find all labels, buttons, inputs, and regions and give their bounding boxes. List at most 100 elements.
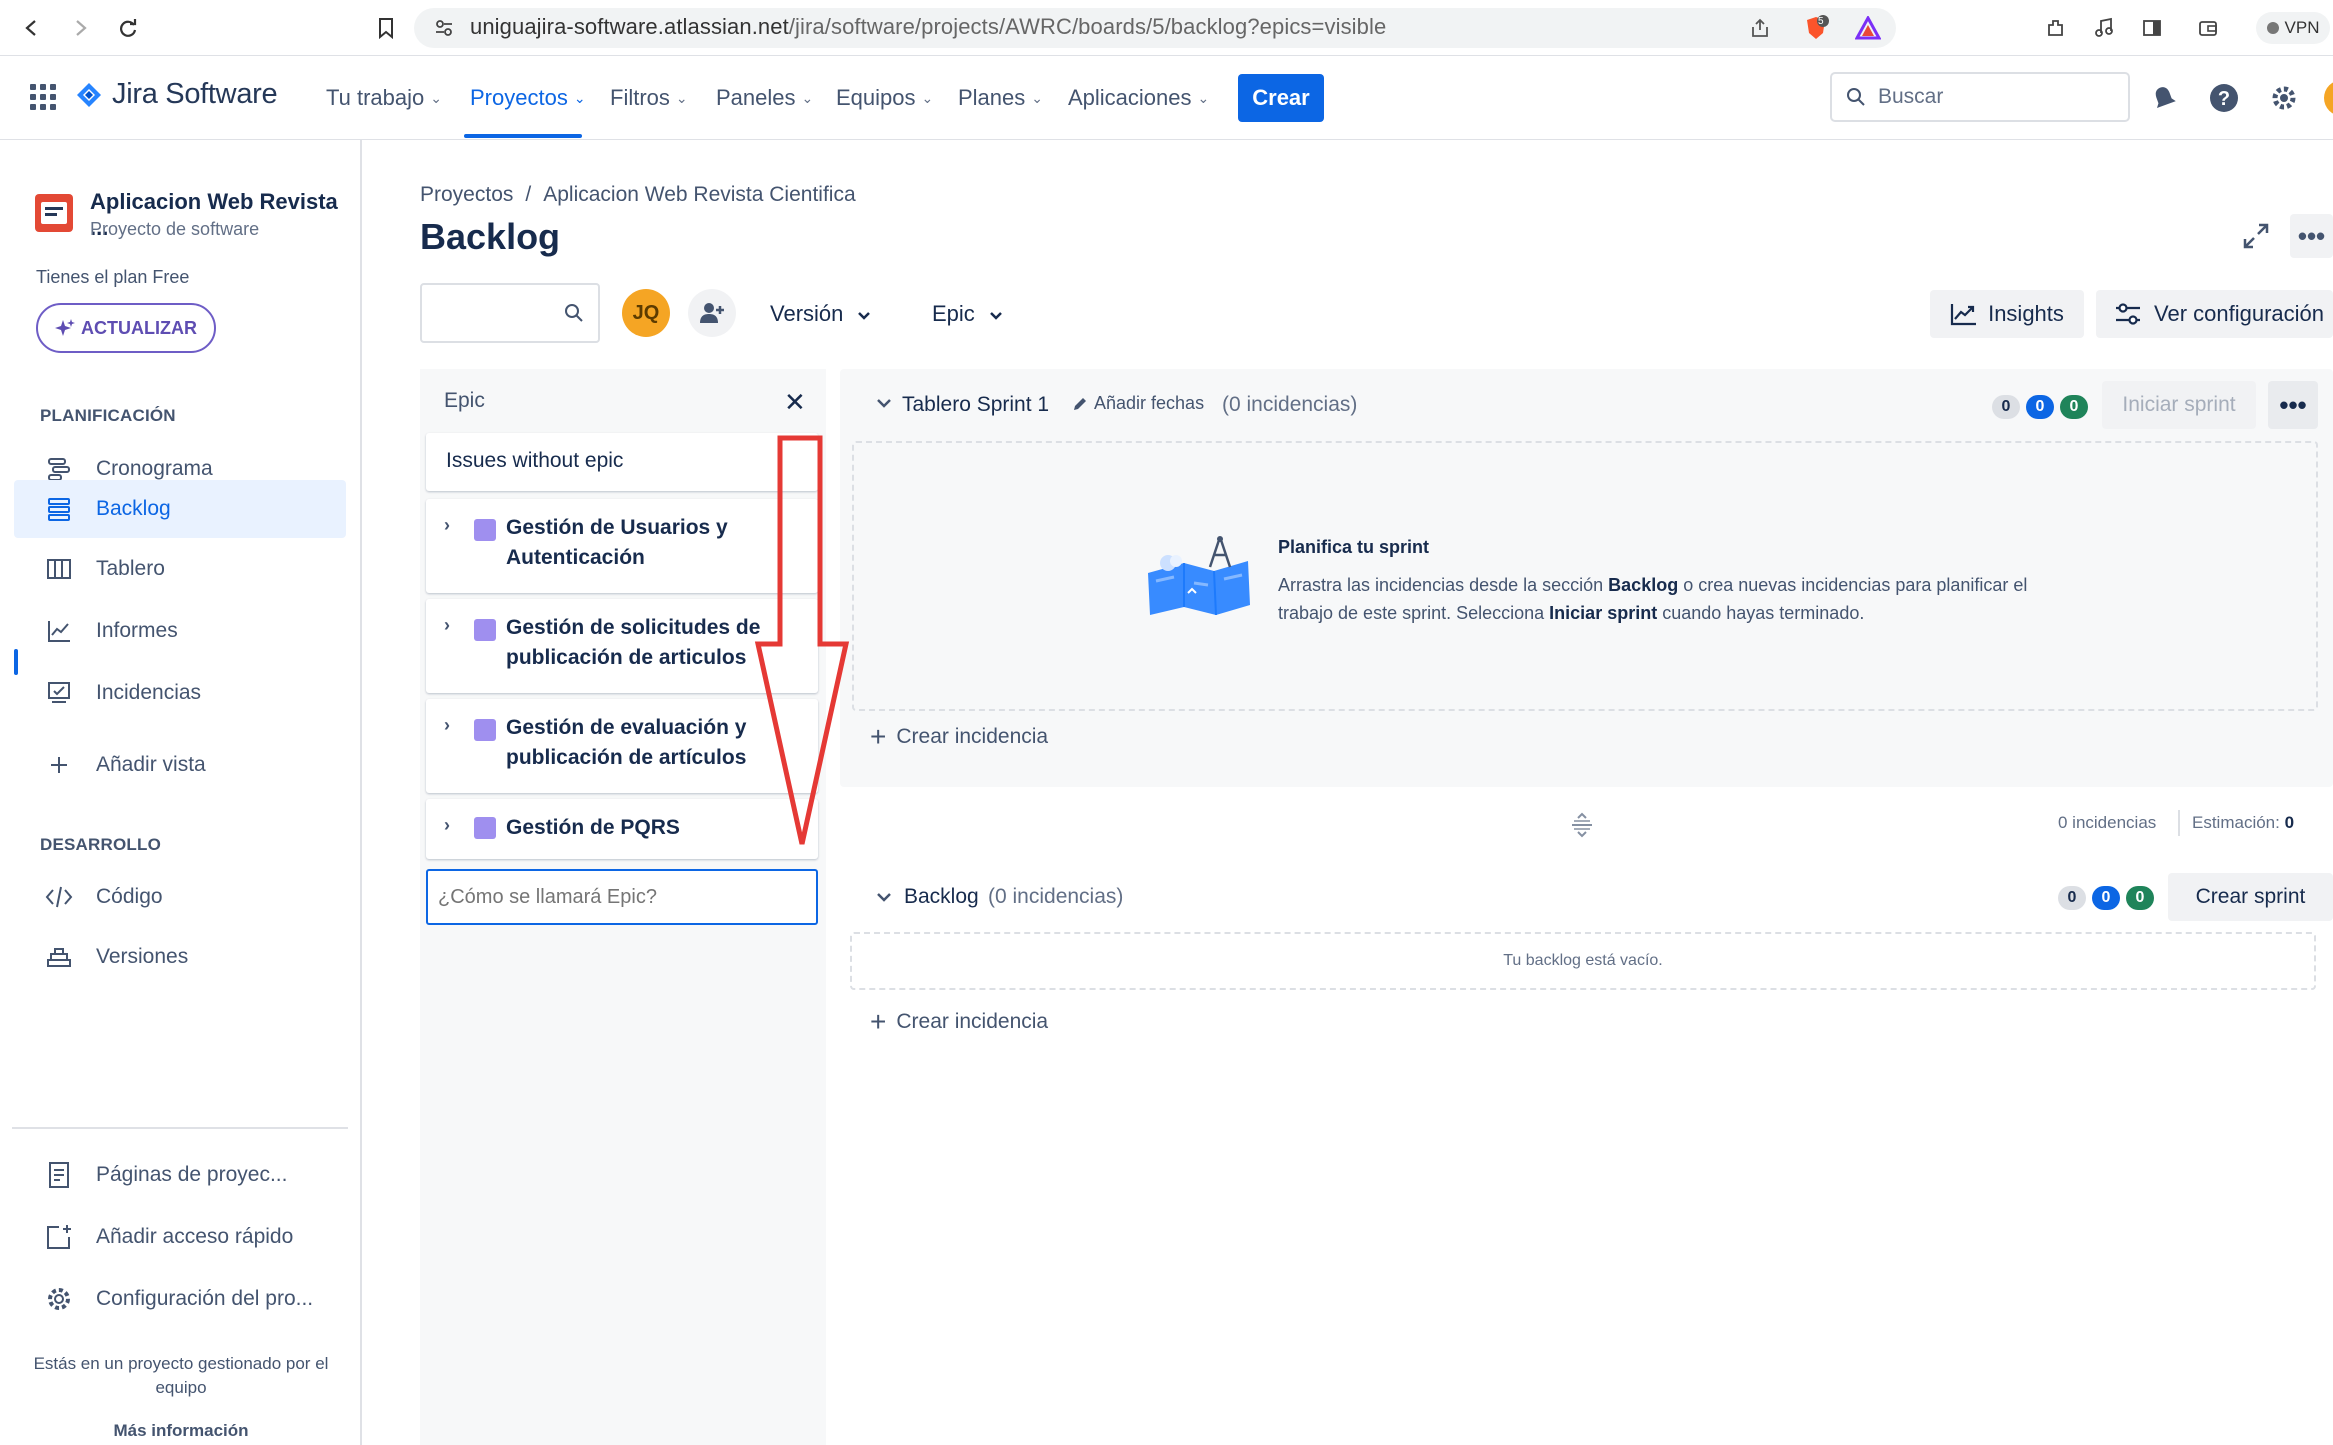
chevron-right-icon[interactable]: › <box>444 815 450 836</box>
chevron-down-icon: ⌄ <box>675 89 688 106</box>
vpn-status-icon <box>2266 22 2279 34</box>
upgrade-button[interactable]: ACTUALIZAR <box>36 303 216 353</box>
nav-teams[interactable]: Equipos ⌄ <box>836 85 933 111</box>
sprint-title[interactable]: Tablero Sprint 1 <box>902 393 1049 417</box>
sidebar-item-label: Añadir vista <box>96 753 206 776</box>
backlog-empty-message: Tu backlog está vacío. <box>1503 952 1663 969</box>
expand-icon[interactable] <box>2238 218 2274 254</box>
epic-color-swatch <box>474 519 496 541</box>
app-switcher-icon[interactable] <box>30 84 56 110</box>
nav-plans[interactable]: Planes ⌄ <box>958 85 1043 111</box>
settings-gear-icon[interactable] <box>2266 80 2302 116</box>
chevron-down-icon[interactable] <box>876 393 892 414</box>
nav-label: Paneles <box>716 85 796 110</box>
create-button[interactable]: Crear <box>1238 74 1324 122</box>
sidebar-item-label: Cronograma <box>96 457 213 480</box>
sidebar-item-project-pages[interactable]: Páginas de proyec... <box>14 1146 346 1204</box>
backlog-create-issue-button[interactable]: + Crear incidencia <box>870 1006 1048 1038</box>
sidebar-item-board[interactable]: Tablero <box>14 540 346 598</box>
brave-shield-icon[interactable]: 5 <box>1802 14 1830 42</box>
new-epic-input[interactable] <box>426 869 818 925</box>
backlog-drop-zone[interactable]: Tu backlog está vacío. <box>850 932 2316 990</box>
sidebar-item-add-view[interactable]: Añadir vista <box>14 736 346 794</box>
sidebar-item-label: Incidencias <box>96 681 202 704</box>
breadcrumb-project[interactable]: Aplicacion Web Revista Cientifica <box>543 183 855 206</box>
sidebar-item-releases[interactable]: Versiones <box>14 928 346 986</box>
more-info-link[interactable]: Más información <box>0 1421 362 1441</box>
site-info-icon[interactable] <box>430 14 458 42</box>
start-sprint-button[interactable]: Iniciar sprint <box>2102 381 2256 429</box>
wallet-icon[interactable] <box>2194 14 2222 42</box>
stats-separator <box>2178 810 2180 836</box>
version-filter[interactable]: Versión <box>770 301 871 327</box>
close-icon[interactable]: ✕ <box>784 387 806 418</box>
pages-icon <box>44 1160 74 1190</box>
backlog-search-input[interactable] <box>420 283 600 343</box>
add-dates-button[interactable]: Añadir fechas <box>1072 393 1204 414</box>
insights-label: Insights <box>1988 301 2064 326</box>
notifications-icon[interactable] <box>2146 80 2182 116</box>
backlog-title[interactable]: Backlog <box>904 885 979 909</box>
sidebar-toggle-icon[interactable] <box>2138 14 2166 42</box>
more-actions-button[interactable]: ••• <box>2290 214 2333 258</box>
chevron-right-icon[interactable]: › <box>444 715 450 736</box>
done-count-badge: 0 <box>2126 886 2154 910</box>
sprint-drop-zone[interactable]: Planifica tu sprint Arrastra las inciden… <box>852 441 2318 711</box>
sidebar-item-label: Páginas de proyec... <box>96 1163 288 1186</box>
svg-text:?: ? <box>2218 88 2230 110</box>
plan-sprint-description: Arrastra las incidencias desde la secció… <box>1278 575 2028 623</box>
add-people-icon[interactable] <box>688 289 736 337</box>
code-icon <box>44 882 74 912</box>
sidebar-item-issues[interactable]: Incidencias <box>14 664 346 722</box>
sidebar-item-reports[interactable]: Informes <box>14 602 346 660</box>
back-icon[interactable] <box>18 14 46 42</box>
nav-dashboards[interactable]: Paneles ⌄ <box>716 85 813 111</box>
help-icon[interactable]: ? <box>2206 80 2242 116</box>
sprint-issue-count: (0 incidencias) <box>1222 393 1358 416</box>
vpn-label: VPN <box>2284 18 2320 37</box>
create-sprint-button[interactable]: Crear sprint <box>2168 873 2333 921</box>
reload-icon[interactable] <box>114 14 142 42</box>
nav-projects[interactable]: Proyectos ⌄ <box>470 85 586 111</box>
vpn-button[interactable]: VPN <box>2256 12 2330 44</box>
issues-icon <box>44 678 74 708</box>
nav-apps[interactable]: Aplicaciones ⌄ <box>1068 85 1209 111</box>
chevron-down-icon: ⌄ <box>921 89 934 106</box>
forward-icon[interactable] <box>66 14 94 42</box>
chevron-down-icon[interactable] <box>876 887 892 908</box>
epic-filter[interactable]: Epic <box>932 301 1003 327</box>
chevron-right-icon[interactable]: › <box>444 515 450 536</box>
search-placeholder: Buscar <box>1878 85 1944 108</box>
view-settings-label: Ver configuración <box>2154 301 2324 326</box>
sidebar-item-label: Tablero <box>96 557 165 580</box>
extensions-icon[interactable] <box>2042 14 2070 42</box>
view-settings-button[interactable]: Ver configuración <box>2096 290 2333 338</box>
profile-avatar[interactable] <box>2324 80 2333 116</box>
sidebar-item-add-shortcut[interactable]: Añadir acceso rápido <box>14 1208 346 1266</box>
breadcrumb-projects[interactable]: Proyectos <box>420 183 513 206</box>
sidebar-item-project-settings[interactable]: Configuración del pro... <box>14 1270 346 1328</box>
sidebar-item-label: Configuración del pro... <box>96 1287 314 1310</box>
nav-your-work[interactable]: Tu trabajo ⌄ <box>326 85 442 111</box>
share-icon[interactable] <box>1746 14 1774 42</box>
bookmark-icon[interactable] <box>372 14 400 42</box>
sprint-more-button[interactable]: ••• <box>2268 381 2318 429</box>
create-issue-label: Crear incidencia <box>896 1010 1049 1033</box>
brave-rewards-icon[interactable] <box>1854 14 1882 42</box>
sidebar-item-backlog[interactable]: Backlog <box>14 480 346 538</box>
nav-filters[interactable]: Filtros ⌄ <box>610 85 688 111</box>
jira-logo[interactable]: Jira Software <box>76 78 278 111</box>
chevron-down-icon: ⌄ <box>1031 89 1044 106</box>
media-icon[interactable] <box>2090 14 2118 42</box>
insights-button[interactable]: Insights <box>1930 290 2084 338</box>
user-avatar-filter[interactable]: JQ <box>622 289 670 337</box>
insights-chart-icon <box>1950 304 1977 326</box>
chevron-right-icon[interactable]: › <box>444 615 450 636</box>
sidebar-item-code[interactable]: Código <box>14 868 346 926</box>
sidebar-item-label: Backlog <box>96 497 171 520</box>
resize-handle-icon[interactable] <box>1570 812 1594 845</box>
global-search-input[interactable]: Buscar <box>1830 72 2130 122</box>
project-type: Proyecto de software <box>90 219 260 239</box>
jira-logo-icon <box>77 82 101 107</box>
sprint-create-issue-button[interactable]: + Crear incidencia <box>870 721 1048 753</box>
